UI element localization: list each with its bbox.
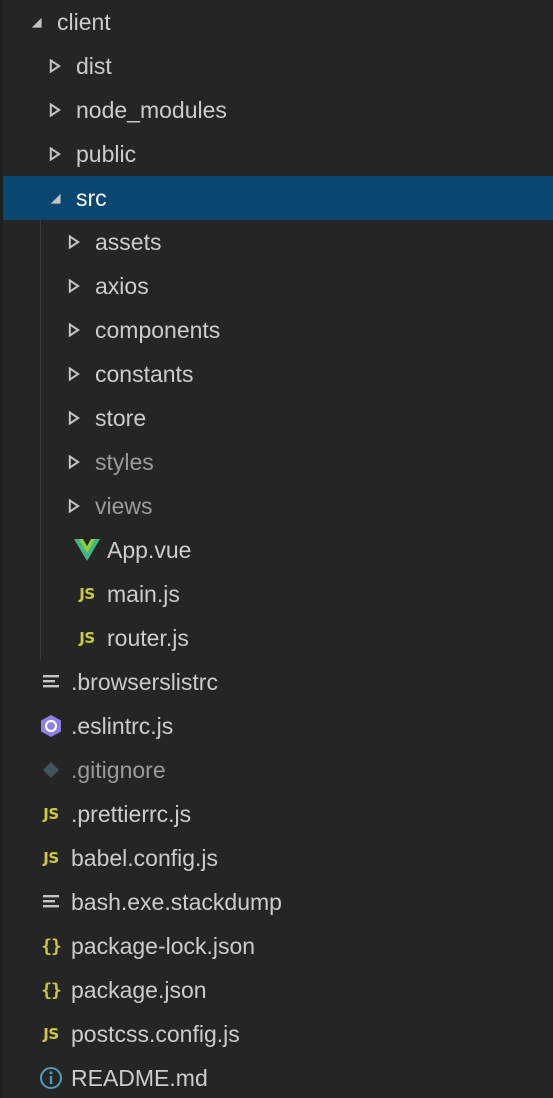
- tree-folder-components[interactable]: components: [3, 308, 553, 352]
- tree-folder-assets[interactable]: assets: [3, 220, 553, 264]
- tree-item-label: client: [57, 9, 111, 35]
- vue-icon: [72, 537, 102, 563]
- lines-icon: [36, 669, 66, 695]
- indent-guide: [40, 352, 41, 396]
- tree-item-label: views: [95, 493, 153, 519]
- tree-file-bash-exe-stackdump[interactable]: bash.exe.stackdump: [3, 880, 553, 924]
- tree-item-label: bash.exe.stackdump: [71, 889, 282, 915]
- chevron-down-icon[interactable]: [25, 11, 47, 33]
- json-icon: {}: [41, 979, 62, 1001]
- chevron-right-icon[interactable]: [63, 319, 85, 341]
- js-icon: JS: [79, 629, 95, 647]
- indent-guide: [40, 440, 41, 484]
- tree-item-label: postcss.config.js: [71, 1021, 240, 1047]
- tree-item-label: assets: [95, 229, 162, 255]
- tree-file-dot-prettierrc-js[interactable]: JS .prettierrc.js: [3, 792, 553, 836]
- tree-item-label: main.js: [107, 581, 180, 607]
- js-icon: JS: [43, 849, 59, 867]
- indent-guide: [40, 264, 41, 308]
- tree-folder-styles[interactable]: styles: [3, 440, 553, 484]
- chevron-right-icon[interactable]: [63, 363, 85, 385]
- git-icon: [36, 757, 66, 783]
- info-icon: [36, 1065, 66, 1091]
- chevron-right-icon[interactable]: [44, 55, 66, 77]
- tree-folder-node-modules[interactable]: node_modules: [3, 88, 553, 132]
- eslint-icon: [36, 713, 66, 739]
- tree-item-label: components: [95, 317, 221, 343]
- js-icon: JS: [43, 1025, 59, 1043]
- tree-item-label: .browserslistrc: [71, 669, 218, 695]
- indent-guide: [40, 528, 41, 572]
- tree-file-postcss-config-js[interactable]: JS postcss.config.js: [3, 1012, 553, 1056]
- json-icon: {}: [41, 935, 62, 957]
- tree-item-label: App.vue: [107, 537, 192, 563]
- tree-file-main-js[interactable]: JS main.js: [3, 572, 553, 616]
- tree-folder-client[interactable]: client: [3, 0, 553, 44]
- js-icon: JS: [43, 805, 59, 823]
- js-icon: JS: [79, 585, 95, 603]
- tree-file-readme-md[interactable]: README.md: [3, 1056, 553, 1098]
- chevron-right-icon[interactable]: [63, 407, 85, 429]
- tree-file-package-lock-json[interactable]: {} package-lock.json: [3, 924, 553, 968]
- tree-folder-views[interactable]: views: [3, 484, 553, 528]
- indent-guide: [40, 572, 41, 616]
- tree-item-label: constants: [95, 361, 194, 387]
- chevron-right-icon[interactable]: [63, 275, 85, 297]
- tree-item-label: dist: [76, 53, 112, 79]
- chevron-right-icon[interactable]: [63, 451, 85, 473]
- tree-folder-store[interactable]: store: [3, 396, 553, 440]
- tree-file-router-js[interactable]: JS router.js: [3, 616, 553, 660]
- tree-item-label: .gitignore: [71, 757, 166, 783]
- tree-item-label: node_modules: [76, 97, 227, 123]
- tree-item-label: store: [95, 405, 147, 431]
- indent-guide: [40, 484, 41, 528]
- file-explorer: client dist node_modulespublic src assets axi…: [0, 0, 553, 1098]
- tree-item-label: styles: [95, 449, 154, 475]
- chevron-down-icon[interactable]: [44, 187, 66, 209]
- tree-folder-dist[interactable]: dist: [3, 44, 553, 88]
- tree-folder-axios[interactable]: axios: [3, 264, 553, 308]
- tree-file-dot-eslintrc-js[interactable]: .eslintrc.js: [3, 704, 553, 748]
- tree-file-package-json[interactable]: {} package.json: [3, 968, 553, 1012]
- chevron-right-icon[interactable]: [44, 99, 66, 121]
- tree-file-dot-browserslistrc[interactable]: .browserslistrc: [3, 660, 553, 704]
- tree-folder-constants[interactable]: constants: [3, 352, 553, 396]
- tree-item-label: src: [76, 185, 107, 211]
- tree-item-label: babel.config.js: [71, 845, 219, 871]
- indent-guide: [40, 308, 41, 352]
- tree-file-babel-config-js[interactable]: JS babel.config.js: [3, 836, 553, 880]
- chevron-right-icon[interactable]: [63, 231, 85, 253]
- lines-icon: [36, 889, 66, 915]
- tree-item-label: package-lock.json: [71, 933, 256, 959]
- indent-guide: [40, 616, 41, 660]
- tree-item-label: axios: [95, 273, 149, 299]
- chevron-right-icon[interactable]: [63, 495, 85, 517]
- tree-item-label: README.md: [71, 1065, 208, 1091]
- tree-folder-public[interactable]: public: [3, 132, 553, 176]
- tree-item-label: public: [76, 141, 137, 167]
- tree-folder-src[interactable]: src: [3, 176, 553, 220]
- tree-file-app-vue[interactable]: App.vue: [3, 528, 553, 572]
- tree-item-label: .prettierrc.js: [71, 801, 192, 827]
- indent-guide: [40, 396, 41, 440]
- indent-guide: [40, 220, 41, 264]
- tree-item-label: .eslintrc.js: [71, 713, 174, 739]
- tree-item-label: package.json: [71, 977, 207, 1003]
- chevron-right-icon[interactable]: [44, 143, 66, 165]
- tree-file-dot-gitignore[interactable]: .gitignore: [3, 748, 553, 792]
- tree-item-label: router.js: [107, 625, 189, 651]
